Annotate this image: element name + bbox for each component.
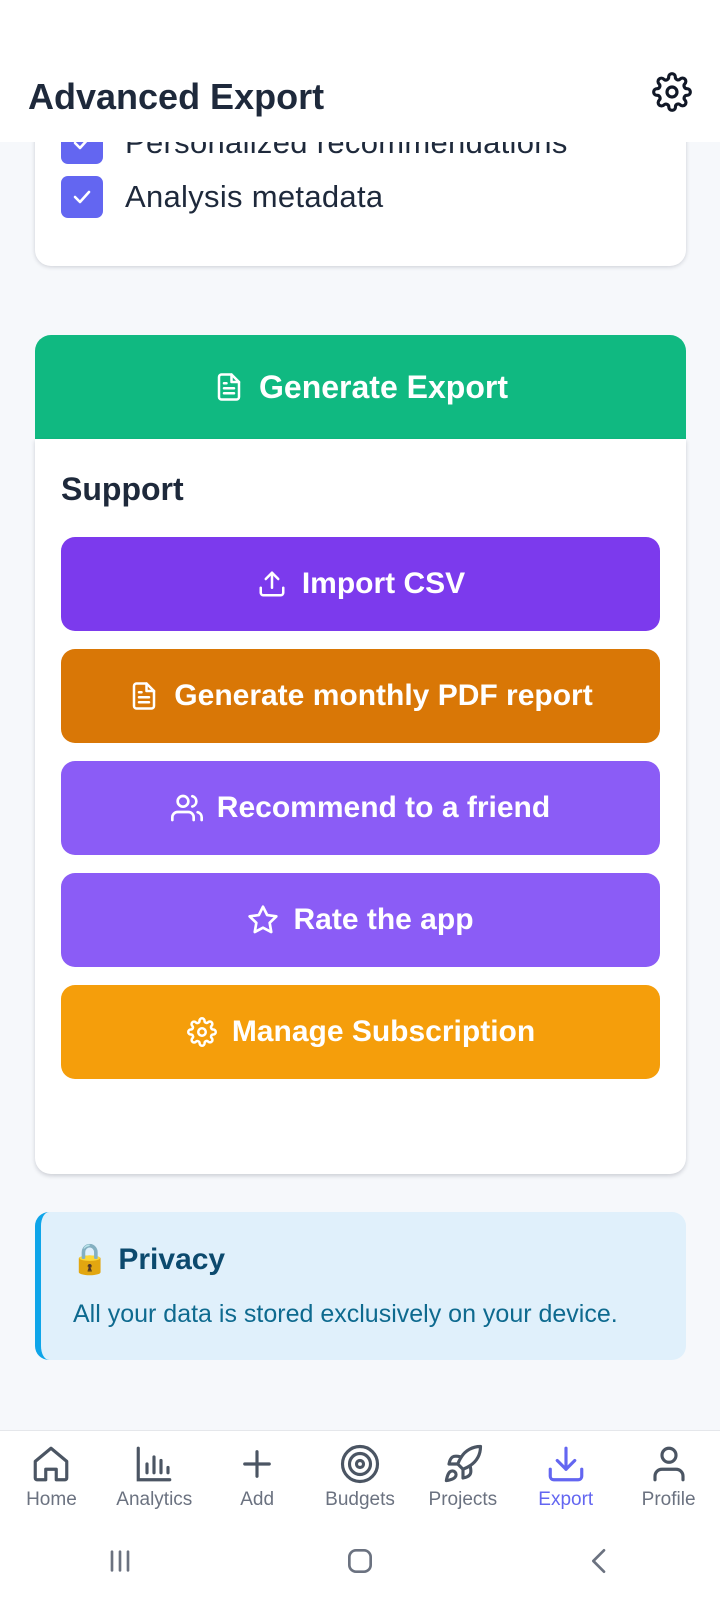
nav-item-profile[interactable]: Profile (617, 1431, 720, 1522)
privacy-title: Privacy (118, 1242, 226, 1276)
recommend-friend-button[interactable]: Recommend to a friend (61, 761, 660, 855)
lock-icon: 🔒 (71, 1243, 109, 1276)
rate-app-button[interactable]: Rate the app (61, 873, 660, 967)
nav-item-budgets[interactable]: Budgets (309, 1431, 412, 1522)
generate-pdf-report-button[interactable]: Generate monthly PDF report (61, 649, 660, 743)
app-header: Advanced Export (0, 0, 720, 142)
star-icon (247, 904, 279, 936)
manage-subscription-button[interactable]: Manage Subscription (61, 985, 660, 1079)
nav-label: Export (538, 1489, 594, 1510)
home-icon (34, 1446, 69, 1482)
download-icon (548, 1446, 584, 1482)
user-icon (653, 1446, 685, 1482)
manage-subscription-label: Manage Subscription (231, 1015, 536, 1048)
recents-icon[interactable] (90, 1531, 150, 1591)
nav-label: Home (26, 1489, 77, 1510)
nav-label: Profile (641, 1489, 696, 1510)
nav-item-home[interactable]: Home (0, 1431, 103, 1522)
nav-item-export[interactable]: Export (514, 1431, 617, 1522)
nav-label: Add (240, 1489, 275, 1510)
upload-icon (256, 568, 288, 600)
target-icon (340, 1444, 380, 1484)
option-analysis-metadata[interactable]: Analysis metadata (61, 176, 383, 218)
system-navigation-bar (0, 1522, 720, 1600)
home-button-icon[interactable] (330, 1531, 390, 1591)
nav-label: Projects (428, 1489, 498, 1510)
privacy-note: 🔒 Privacy All your data is stored exclus… (35, 1212, 686, 1360)
generate-export-label: Generate Export (259, 368, 508, 405)
nav-item-add[interactable]: Add (206, 1431, 309, 1522)
page-title: Advanced Export (28, 76, 325, 117)
generate-export-button[interactable]: Generate Export (35, 335, 686, 439)
nav-label: Budgets (325, 1489, 395, 1510)
rate-app-label: Rate the app (293, 903, 474, 936)
import-csv-label: Import CSV (301, 567, 466, 600)
recommend-friend-label: Recommend to a friend (216, 791, 551, 824)
back-icon[interactable] (570, 1531, 630, 1591)
support-title: Support (61, 471, 184, 507)
bar-chart-icon (136, 1446, 172, 1482)
bottom-navigation: Home Analytics Add Budgets Projects Expo… (0, 1430, 720, 1522)
gear-icon (186, 1016, 218, 1048)
document-icon (213, 371, 245, 403)
generate-pdf-report-label: Generate monthly PDF report (174, 679, 593, 712)
plus-icon (243, 1450, 271, 1478)
nav-label: Analytics (116, 1489, 193, 1510)
scroll-content[interactable]: Personalized recommendations Analysis me… (0, 0, 720, 1430)
privacy-text: All your data is stored exclusively on y… (73, 1300, 618, 1328)
import-csv-button[interactable]: Import CSV (61, 537, 660, 631)
document-icon (128, 680, 160, 712)
nav-item-projects[interactable]: Projects (411, 1431, 514, 1522)
gear-icon[interactable] (652, 72, 694, 114)
checkbox-checked-icon[interactable] (61, 176, 103, 218)
option-label: Analysis metadata (125, 179, 384, 214)
support-card: Support Import CSV Generate monthly PDF … (35, 439, 686, 1174)
rocket-icon (444, 1444, 482, 1483)
users-icon (170, 792, 203, 824)
privacy-header: 🔒 Privacy (71, 1242, 225, 1277)
nav-item-analytics[interactable]: Analytics (103, 1431, 206, 1522)
